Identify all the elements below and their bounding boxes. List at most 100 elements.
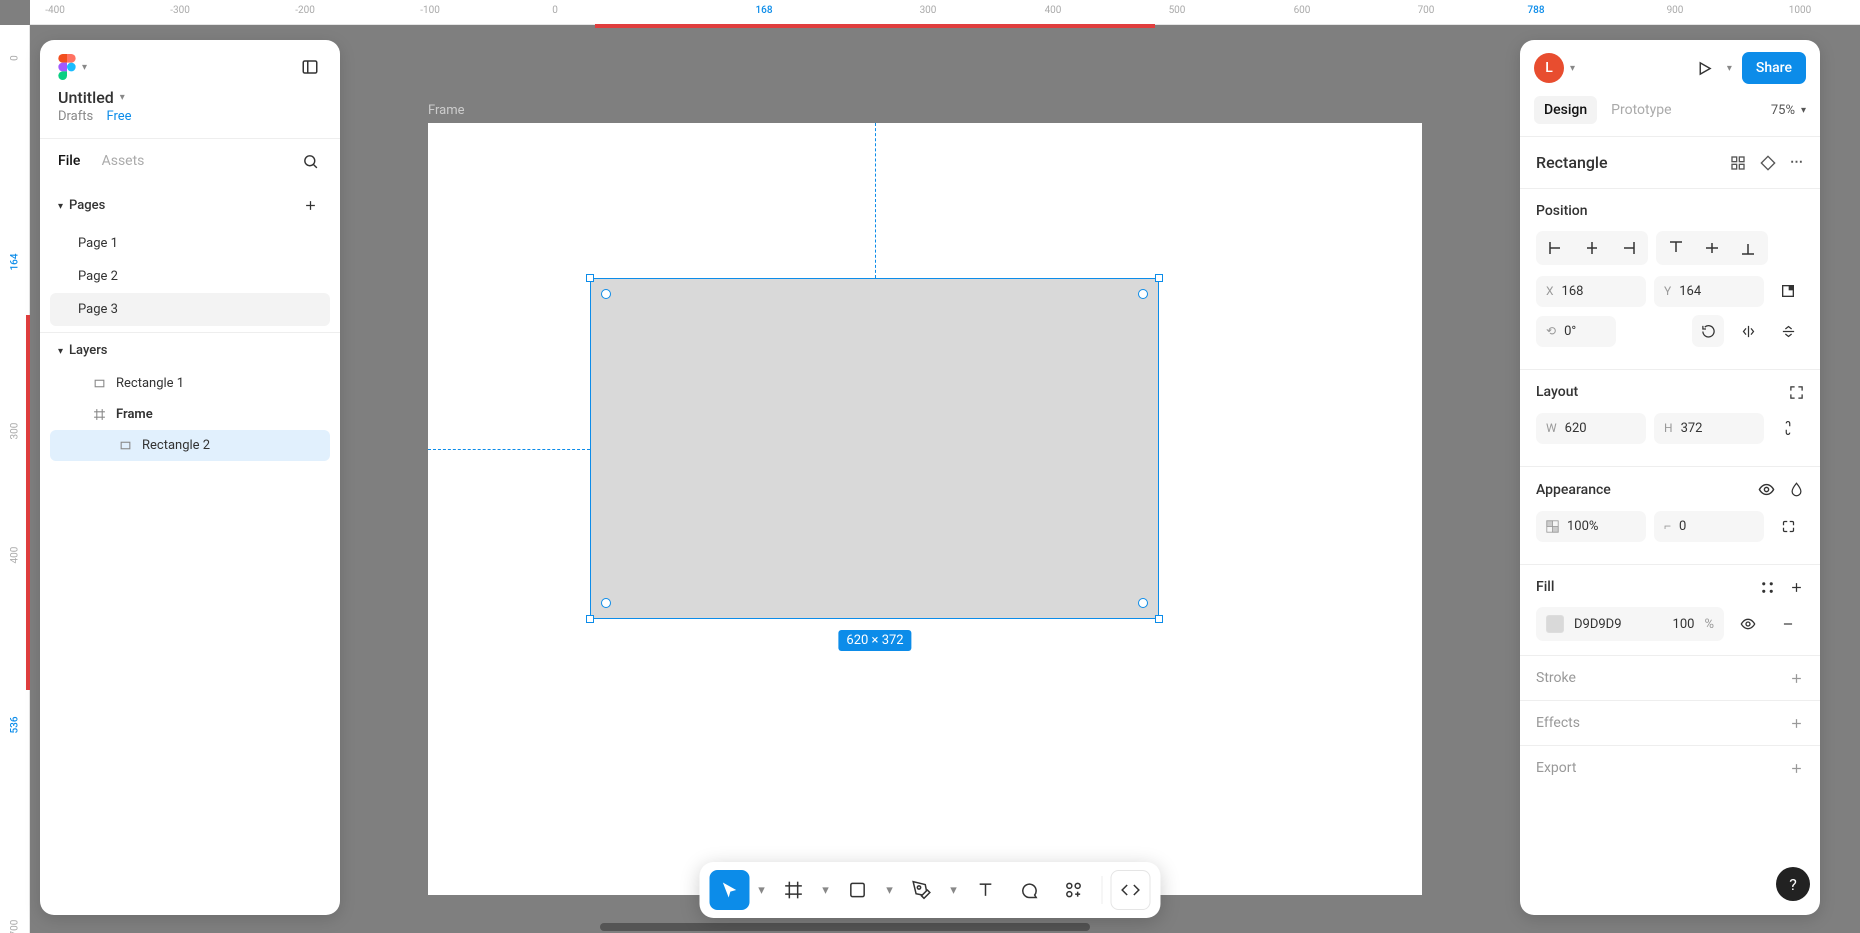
play-icon[interactable] [1693,56,1717,80]
text-tool[interactable] [966,870,1006,910]
layer-item[interactable]: Rectangle 2 [50,430,330,461]
tab-prototype[interactable]: Prototype [1601,96,1681,124]
ruler-v-red-indicator [26,315,30,690]
tab-assets[interactable]: Assets [102,153,145,169]
shape-tool[interactable] [838,870,878,910]
frame-tool[interactable] [774,870,814,910]
flip-h-icon[interactable] [1732,315,1764,347]
radius-handle-sw[interactable] [601,598,611,608]
horizontal-scrollbar[interactable] [600,923,1090,931]
help-button[interactable]: ? [1776,867,1810,901]
free-badge[interactable]: Free [106,109,131,124]
chevron-down-icon[interactable]: ▾ [82,62,87,73]
fill-styles-icon[interactable] [1760,580,1775,595]
radius-handle-ne[interactable] [1138,289,1148,299]
frame-label[interactable]: Frame [428,103,465,118]
flip-v-icon[interactable] [1772,315,1804,347]
add-fill-icon[interactable] [1789,580,1804,595]
tab-design[interactable]: Design [1534,96,1597,124]
blend-icon[interactable] [1789,481,1804,498]
height-input[interactable]: H372 [1654,413,1764,444]
sidebar-toggle-icon[interactable] [298,55,322,79]
visibility-icon[interactable] [1758,481,1775,498]
component-icon[interactable] [1730,155,1746,171]
align-bottom-icon[interactable] [1730,233,1766,263]
fill-heading: Fill [1536,579,1554,595]
rectangle-icon [92,377,106,390]
appearance-heading: Appearance [1536,482,1611,498]
ruler-h-red-indicator [595,24,1155,28]
zoom-level[interactable]: 75%▾ [1771,103,1806,118]
opacity-input[interactable]: 100% [1536,511,1646,542]
add-stroke-icon[interactable] [1789,671,1804,686]
rotate-90-icon[interactable] [1692,315,1724,347]
figma-logo-icon[interactable] [58,54,76,80]
guide-horizontal [428,449,590,450]
effects-heading: Effects [1536,715,1580,731]
autolayout-icon[interactable] [1789,385,1804,400]
chevron-down-icon[interactable]: ▾ [58,201,63,212]
pen-tool-dropdown[interactable]: ▾ [946,883,962,898]
guide-vertical [875,123,876,278]
layout-heading: Layout [1536,384,1578,400]
move-tool-dropdown[interactable]: ▾ [754,883,770,898]
tab-file[interactable]: File [58,153,80,169]
actions-tool[interactable] [1054,870,1094,910]
chevron-down-icon[interactable]: ▾ [58,346,63,357]
rectangle-icon [118,439,132,452]
radius-handle-nw[interactable] [601,289,611,299]
resize-handle-ne[interactable] [1155,274,1163,282]
pages-heading[interactable]: Pages [69,198,105,213]
align-left-icon[interactable] [1538,233,1574,263]
layers-heading[interactable]: Layers [69,343,107,358]
avatar[interactable]: L [1534,53,1564,83]
add-page-button[interactable] [298,193,322,217]
resize-handle-nw[interactable] [586,274,594,282]
y-input[interactable]: Y164 [1654,276,1764,307]
abs-position-icon[interactable] [1772,275,1804,307]
layer-name: Rectangle 2 [142,438,210,453]
align-vcenter-icon[interactable] [1694,233,1730,263]
stroke-heading: Stroke [1536,670,1576,686]
shape-tool-dropdown[interactable]: ▾ [882,883,898,898]
fill-visibility-icon[interactable] [1732,608,1764,640]
radius-per-corner-icon[interactable] [1772,510,1804,542]
variant-icon[interactable] [1760,155,1776,171]
chevron-down-icon[interactable]: ▾ [1570,63,1575,74]
radius-input[interactable]: ⌐0 [1654,511,1764,542]
page-item[interactable]: Page 2 [50,260,330,293]
move-tool[interactable] [710,870,750,910]
dev-mode-tool[interactable] [1111,870,1151,910]
page-item[interactable]: Page 3 [50,293,330,326]
add-effects-icon[interactable] [1789,716,1804,731]
drafts-label[interactable]: Drafts [58,109,93,124]
share-button[interactable]: Share [1742,52,1806,84]
remove-fill-icon[interactable] [1772,608,1804,640]
frame-tool-dropdown[interactable]: ▾ [818,883,834,898]
layer-item[interactable]: Frame [50,399,330,430]
link-wh-icon[interactable] [1772,412,1804,444]
page-item[interactable]: Page 1 [50,227,330,260]
fill-color-input[interactable]: D9D9D9 100 % [1536,607,1724,641]
layer-name: Rectangle 1 [116,376,184,391]
align-right-icon[interactable] [1610,233,1646,263]
width-input[interactable]: W620 [1536,413,1646,444]
comment-tool[interactable] [1010,870,1050,910]
chevron-down-icon[interactable]: ▾ [120,92,125,103]
resize-handle-sw[interactable] [586,615,594,623]
selected-rectangle[interactable] [590,278,1159,619]
radius-handle-se[interactable] [1138,598,1148,608]
resize-handle-se[interactable] [1155,615,1163,623]
chevron-down-icon[interactable]: ▾ [1727,63,1732,74]
document-title[interactable]: Untitled [58,88,114,107]
pen-tool[interactable] [902,870,942,910]
more-icon[interactable]: ⋯ [1790,155,1804,171]
align-top-icon[interactable] [1658,233,1694,263]
search-icon[interactable] [298,149,322,173]
x-input[interactable]: X168 [1536,276,1646,307]
fill-swatch[interactable] [1546,615,1564,633]
rotation-input[interactable]: ⟲0° [1536,316,1616,347]
layer-item[interactable]: Rectangle 1 [50,368,330,399]
align-hcenter-icon[interactable] [1574,233,1610,263]
add-export-icon[interactable] [1789,761,1804,776]
